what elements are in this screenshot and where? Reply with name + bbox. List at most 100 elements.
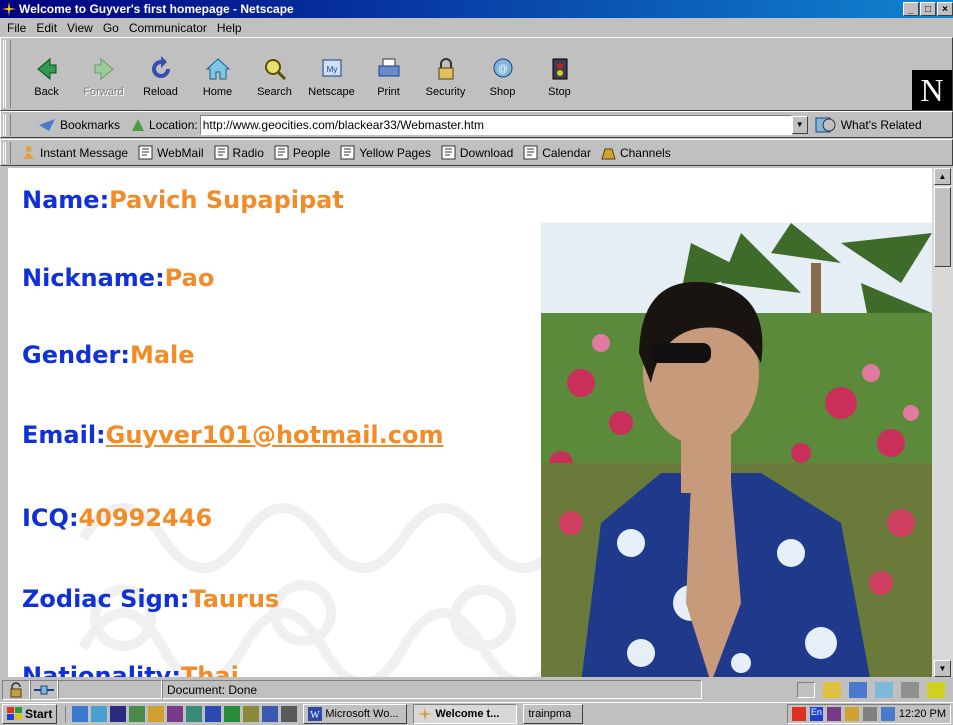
netscape-button[interactable]: My Netscape xyxy=(308,42,355,104)
word-icon: W xyxy=(308,707,323,721)
page-proxy-icon[interactable] xyxy=(130,117,146,133)
menu-file[interactable]: File xyxy=(2,21,31,35)
toolbar-grip[interactable] xyxy=(3,113,11,136)
desktop-icon[interactable] xyxy=(110,706,127,722)
scroll-down-button[interactable]: ▼ xyxy=(934,660,951,677)
zodiac-field: Zodiac Sign:Taurus xyxy=(22,585,279,613)
bookmark-page-icon xyxy=(138,145,153,160)
nationality-value: Thai xyxy=(180,662,239,677)
volume-icon[interactable] xyxy=(862,707,877,721)
connection-icon[interactable] xyxy=(30,679,58,700)
composer-component-icon[interactable] xyxy=(901,681,919,698)
task-netscape[interactable]: Welcome t... xyxy=(413,704,518,724)
word-icon[interactable] xyxy=(205,706,222,722)
close-button[interactable]: × xyxy=(937,2,953,16)
webmail-link[interactable]: WebMail xyxy=(138,145,204,160)
tray-app-icon[interactable] xyxy=(844,707,859,721)
search-button[interactable]: Search xyxy=(251,42,298,104)
whats-related-button[interactable]: What's Related xyxy=(814,116,922,134)
app-icon[interactable] xyxy=(129,706,146,722)
excel-icon[interactable] xyxy=(224,706,241,722)
language-indicator[interactable]: En xyxy=(809,707,823,721)
vertical-scrollbar[interactable]: ▲ ▼ xyxy=(932,168,953,677)
back-button[interactable]: Back xyxy=(23,42,70,104)
reload-button[interactable]: Reload xyxy=(137,42,184,104)
print-label: Print xyxy=(377,86,400,98)
print-button[interactable]: Print xyxy=(365,42,412,104)
edit-component-icon[interactable] xyxy=(927,681,945,698)
email-link[interactable]: Guyver101@hotmail.com xyxy=(106,421,444,449)
task-trainpma-label: trainpma xyxy=(528,708,572,720)
personal-toolbar: Instant Message WebMail Radio People Yel… xyxy=(0,139,953,166)
netscape-tray-icon[interactable] xyxy=(791,707,806,721)
minimize-button[interactable]: _ xyxy=(903,2,919,16)
scroll-up-button[interactable]: ▲ xyxy=(934,168,951,185)
url-input[interactable]: http://www.geocities.com/blackear33/Webm… xyxy=(199,114,792,135)
reload-icon xyxy=(151,56,170,78)
scroll-thumb[interactable] xyxy=(934,187,951,267)
task-trainpma[interactable]: trainpma xyxy=(523,704,584,724)
nationality-key: Nationality: xyxy=(22,662,181,677)
maximize-button[interactable]: □ xyxy=(920,2,936,16)
app-icon[interactable] xyxy=(243,706,260,722)
bookmarks-button[interactable]: Bookmarks xyxy=(37,117,120,133)
yellow-pages-link[interactable]: Yellow Pages xyxy=(340,145,431,160)
home-icon xyxy=(205,58,230,80)
app-icon[interactable] xyxy=(167,706,184,722)
tray-app-icon[interactable] xyxy=(826,707,841,721)
stop-label: Stop xyxy=(548,86,571,98)
start-button[interactable]: Start xyxy=(2,704,58,724)
menu-view[interactable]: View xyxy=(62,21,98,35)
netscape-logo[interactable]: N xyxy=(912,70,952,110)
toolbar-grip[interactable] xyxy=(3,141,11,164)
security-button[interactable]: Security xyxy=(422,42,469,104)
netscape-quick-icon[interactable] xyxy=(148,706,165,722)
component-bar-grip-icon[interactable] xyxy=(797,681,815,698)
calendar-link[interactable]: Calendar xyxy=(523,145,591,160)
menu-go[interactable]: Go xyxy=(98,21,124,35)
back-label: Back xyxy=(34,86,59,98)
clock[interactable]: 12:20 PM xyxy=(899,708,946,720)
zodiac-key: Zodiac Sign: xyxy=(22,585,190,613)
tray-app-icon[interactable] xyxy=(880,707,895,721)
app-icon[interactable] xyxy=(186,706,203,722)
bookmarks-icon xyxy=(39,118,55,131)
instant-message-link[interactable]: Instant Message xyxy=(21,145,128,160)
app-icon[interactable] xyxy=(281,706,298,722)
netscape-icon: My xyxy=(322,59,341,77)
download-link[interactable]: Download xyxy=(441,145,513,160)
outlook-icon[interactable] xyxy=(91,706,108,722)
profile-photo xyxy=(541,223,932,677)
stop-button[interactable]: Stop xyxy=(536,42,583,104)
channels-icon xyxy=(601,148,616,160)
navigator-component-icon[interactable] xyxy=(823,681,841,698)
radio-link[interactable]: Radio xyxy=(214,145,264,160)
nickname-value: Pao xyxy=(164,264,215,292)
url-dropdown-button[interactable]: ▼ xyxy=(791,115,808,134)
app-icon[interactable] xyxy=(262,706,279,722)
shop-label: Shop xyxy=(489,86,516,98)
location-label-group: Location: xyxy=(130,117,198,133)
home-button[interactable]: Home xyxy=(194,42,241,104)
instant-message-label: Instant Message xyxy=(40,145,129,160)
menu-help[interactable]: Help xyxy=(212,21,247,35)
gender-field: Gender:Male xyxy=(22,341,195,369)
addressbook-component-icon[interactable] xyxy=(875,681,893,698)
ie-icon[interactable] xyxy=(72,706,89,722)
nickname-field: Nickname:Pao xyxy=(22,264,214,292)
toolbar-grip[interactable] xyxy=(3,40,11,108)
menu-edit[interactable]: Edit xyxy=(31,21,62,35)
security-lock-icon[interactable] xyxy=(2,679,30,700)
people-link[interactable]: People xyxy=(274,145,330,160)
window-title-bar[interactable]: Welcome to Guyver's first homepage - Net… xyxy=(0,0,953,18)
bookmarks-label: Bookmarks xyxy=(60,117,121,132)
channels-link[interactable]: Channels xyxy=(601,145,671,160)
menu-communicator[interactable]: Communicator xyxy=(124,21,212,35)
nickname-key: Nickname: xyxy=(22,264,165,292)
mail-component-icon[interactable] xyxy=(849,681,867,698)
forward-button[interactable]: Forward xyxy=(80,42,127,104)
task-word[interactable]: W Microsoft Wo... xyxy=(303,704,408,724)
nationality-field: Nationality:Thai xyxy=(22,662,239,677)
bookmark-page-icon xyxy=(274,145,289,160)
shop-button[interactable]: @ Shop xyxy=(479,42,526,104)
